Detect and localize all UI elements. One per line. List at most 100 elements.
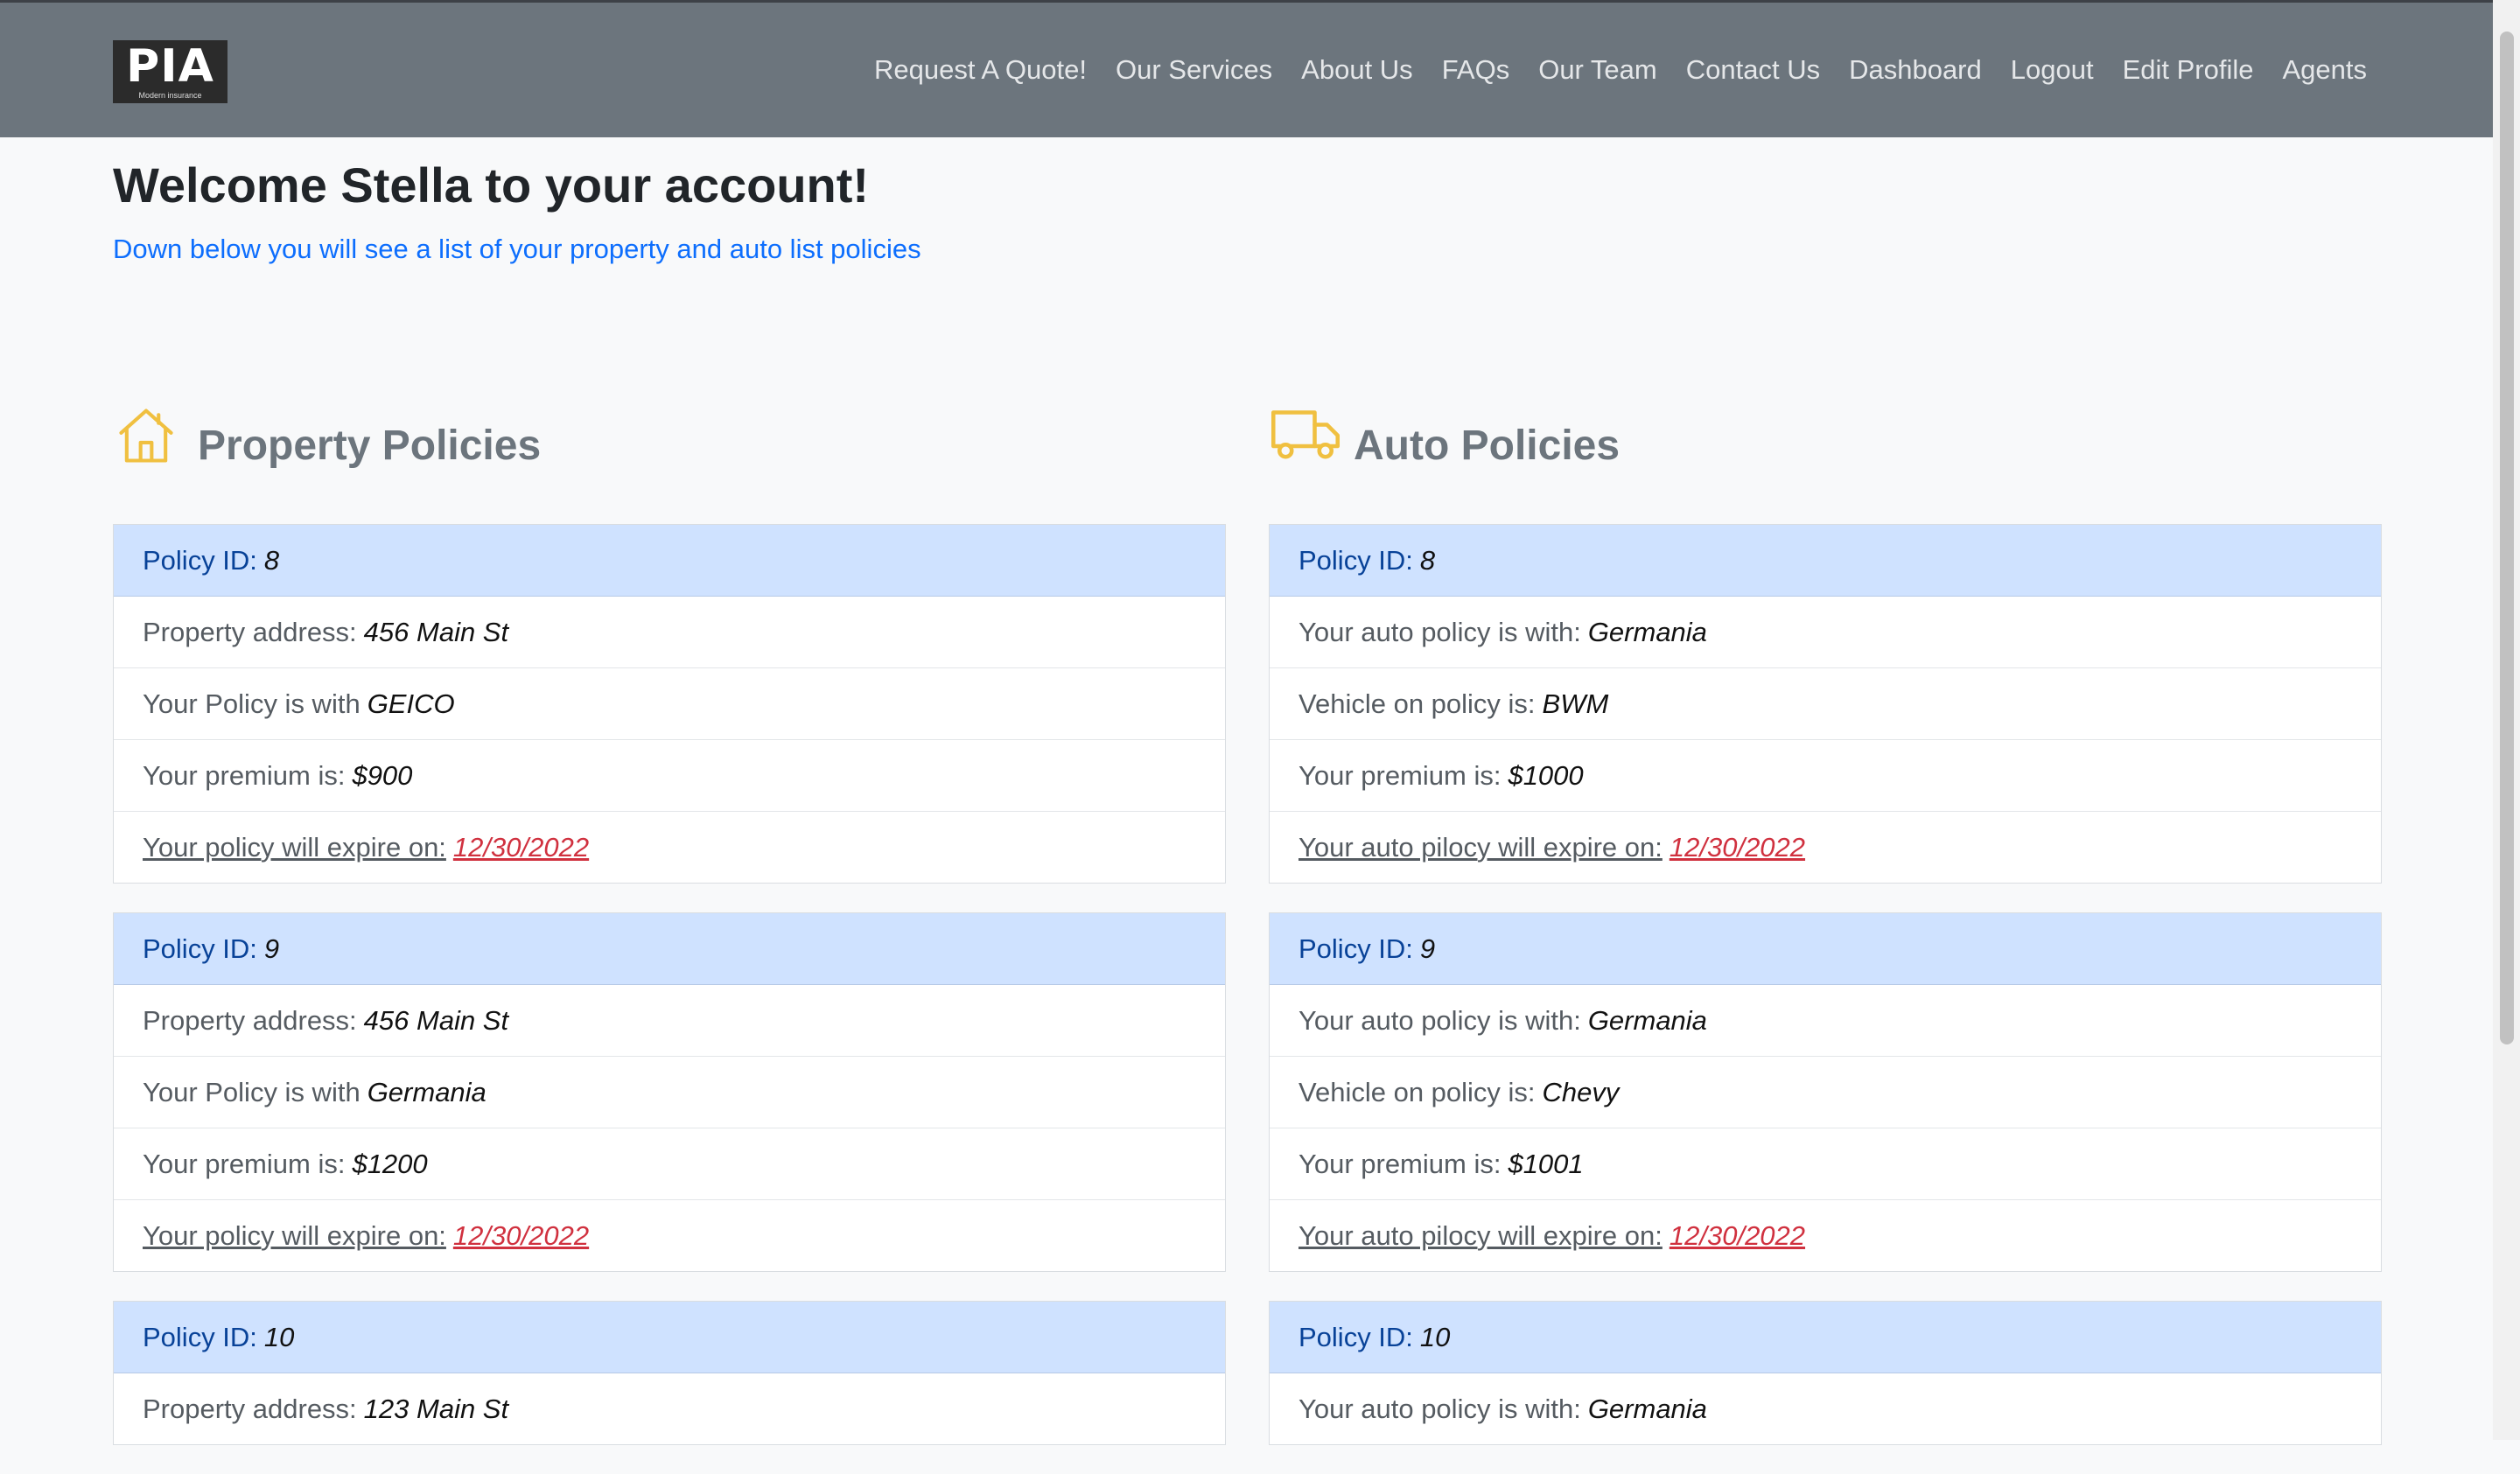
expire-row: Your policy will expire on: 12/30/2022: [114, 812, 1225, 883]
nav-faqs[interactable]: FAQs: [1442, 54, 1510, 86]
policy-id-label: Policy ID:: [143, 1321, 257, 1352]
property-section-title: Property Policies: [198, 423, 542, 469]
auto-company-row: Your auto policy is with: Germania: [1270, 597, 2381, 668]
property-address-label: Property address:: [143, 1004, 357, 1036]
policy-id-value: 9: [1419, 933, 1436, 964]
policy-company-value: Germania: [367, 1076, 486, 1107]
vehicle-value: BWM: [1542, 688, 1609, 719]
policy-id-label: Policy ID:: [143, 933, 257, 964]
nav-contact-us[interactable]: Contact Us: [1686, 54, 1820, 86]
page-subtitle: Down below you will see a list of your p…: [113, 234, 921, 264]
premium-label: Your premium is:: [1298, 759, 1502, 791]
truck-icon: [1270, 410, 1340, 459]
policy-id-label: Policy ID:: [1298, 933, 1413, 964]
auto-policy-card: Policy ID: 8 Your auto policy is with: Ger…: [1269, 524, 2382, 884]
policy-id-value: 8: [263, 544, 280, 576]
expire-row: Your policy will expire on: 12/30/2022: [114, 1200, 1225, 1271]
auto-header: Auto Policies: [1269, 402, 2382, 486]
property-policy-card: Policy ID: 10 Property address: 123 Main S…: [113, 1301, 1226, 1445]
expire-date: 12/30/2022: [452, 1219, 590, 1251]
auto-company-value: Germania: [1587, 1004, 1707, 1036]
vehicle-row: Vehicle on policy is: BWM: [1270, 668, 2381, 740]
expire-label: Your policy will expire on:: [143, 831, 446, 863]
nav-links: Request A Quote! Our Services About Us F…: [845, 3, 2367, 137]
premium-value: $1200: [352, 1148, 428, 1179]
policy-id-value: 9: [263, 933, 280, 964]
expire-date: 12/30/2022: [452, 831, 590, 863]
policy-id-value: 10: [1419, 1321, 1451, 1352]
expire-date: 12/30/2022: [1669, 1219, 1806, 1251]
expire-link[interactable]: Your auto pilocy will expire on: 12/30/20…: [1298, 832, 1805, 863]
property-address-label: Property address:: [143, 1393, 357, 1424]
property-policy-card: Policy ID: 9 Property address: 456 Main St…: [113, 912, 1226, 1272]
premium-value: $1001: [1508, 1148, 1584, 1179]
nav-agents[interactable]: Agents: [2282, 54, 2367, 86]
policy-id: Policy ID: 9: [1270, 913, 2381, 985]
auto-company-row: Your auto policy is with: Germania: [1270, 1373, 2381, 1444]
property-address-row: Property address: 456 Main St: [114, 597, 1225, 668]
auto-policy-card: Policy ID: 10 Your auto policy is with: Ge…: [1269, 1301, 2382, 1445]
policy-company-label: Your Policy is with: [143, 1076, 360, 1107]
nav-dashboard[interactable]: Dashboard: [1849, 54, 1982, 86]
expire-link[interactable]: Your auto pilocy will expire on: 12/30/20…: [1298, 1220, 1805, 1252]
auto-company-label: Your auto policy is with:: [1298, 1393, 1581, 1424]
auto-company-label: Your auto policy is with:: [1298, 1004, 1581, 1036]
scrollbar-thumb[interactable]: [2500, 31, 2514, 1044]
vehicle-label: Vehicle on policy is:: [1298, 688, 1536, 719]
property-address-value: 456 Main St: [363, 616, 509, 647]
nav-logout[interactable]: Logout: [2011, 54, 2094, 86]
premium-label: Your premium is:: [143, 1148, 346, 1179]
scrollbar[interactable]: [2493, 0, 2520, 1440]
vehicle-label: Vehicle on policy is:: [1298, 1076, 1536, 1107]
policy-id: Policy ID: 10: [1270, 1302, 2381, 1373]
property-address-value: 456 Main St: [363, 1004, 509, 1036]
vehicle-row: Vehicle on policy is: Chevy: [1270, 1057, 2381, 1128]
auto-section-title: Auto Policies: [1354, 423, 1620, 469]
property-policy-card: Policy ID: 8 Property address: 456 Main St…: [113, 524, 1226, 884]
policy-id-label: Policy ID:: [1298, 544, 1413, 576]
property-header: Property Policies: [113, 402, 1226, 486]
nav-about-us[interactable]: About Us: [1301, 54, 1413, 86]
property-address-row: Property address: 123 Main St: [114, 1373, 1225, 1444]
expire-label: Your auto pilocy will expire on:: [1298, 831, 1662, 863]
policy-company-row: Your Policy is with GEICO: [114, 668, 1225, 740]
expire-label: Your policy will expire on:: [143, 1219, 446, 1251]
expire-date: 12/30/2022: [1669, 831, 1806, 863]
premium-row: Your premium is: $1200: [114, 1128, 1225, 1200]
policy-id: Policy ID: 10: [114, 1302, 1225, 1373]
nav-our-team[interactable]: Our Team: [1538, 54, 1657, 86]
auto-cards: Policy ID: 8 Your auto policy is with: Ger…: [1269, 524, 2382, 1474]
nav-our-services[interactable]: Our Services: [1116, 54, 1272, 86]
nav-edit-profile[interactable]: Edit Profile: [2123, 54, 2254, 86]
policy-id-value: 10: [263, 1321, 295, 1352]
policy-company-row: Your Policy is with Germania: [114, 1057, 1225, 1128]
policy-id: Policy ID: 8: [114, 525, 1225, 597]
brand-logo[interactable]: PIA Modern insurance: [113, 40, 228, 103]
premium-row: Your premium is: $1000: [1270, 740, 2381, 812]
auto-policy-card: Policy ID: 9 Your auto policy is with: Ger…: [1269, 912, 2382, 1272]
auto-company-row: Your auto policy is with: Germania: [1270, 985, 2381, 1057]
expire-label: Your auto pilocy will expire on:: [1298, 1219, 1662, 1251]
auto-company-value: Germania: [1587, 1393, 1707, 1424]
auto-company-value: Germania: [1587, 616, 1707, 647]
nav-request-quote[interactable]: Request A Quote!: [874, 54, 1087, 86]
logo-text: PIA: [126, 40, 214, 93]
expire-row: Your auto pilocy will expire on: 12/30/20…: [1270, 1200, 2381, 1271]
premium-row: Your premium is: $900: [114, 740, 1225, 812]
premium-label: Your premium is:: [1298, 1148, 1502, 1179]
premium-value: $1000: [1508, 759, 1584, 791]
expire-link[interactable]: Your policy will expire on: 12/30/2022: [143, 832, 589, 863]
policy-company-label: Your Policy is with: [143, 688, 360, 719]
expire-link[interactable]: Your policy will expire on: 12/30/2022: [143, 1220, 589, 1252]
property-address-row: Property address: 456 Main St: [114, 985, 1225, 1057]
policy-id-value: 8: [1419, 544, 1436, 576]
premium-value: $900: [352, 759, 413, 791]
property-address-label: Property address:: [143, 616, 357, 647]
page-title: Welcome Stella to your account!: [113, 157, 870, 213]
vehicle-value: Chevy: [1542, 1076, 1620, 1107]
auto-company-label: Your auto policy is with:: [1298, 616, 1581, 647]
auto-policies-section: Auto Policies Policy ID: 8 Your auto poli…: [1269, 402, 2382, 1445]
policy-id-label: Policy ID:: [143, 544, 257, 576]
property-address-value: 123 Main St: [363, 1393, 509, 1424]
premium-row: Your premium is: $1001: [1270, 1128, 2381, 1200]
